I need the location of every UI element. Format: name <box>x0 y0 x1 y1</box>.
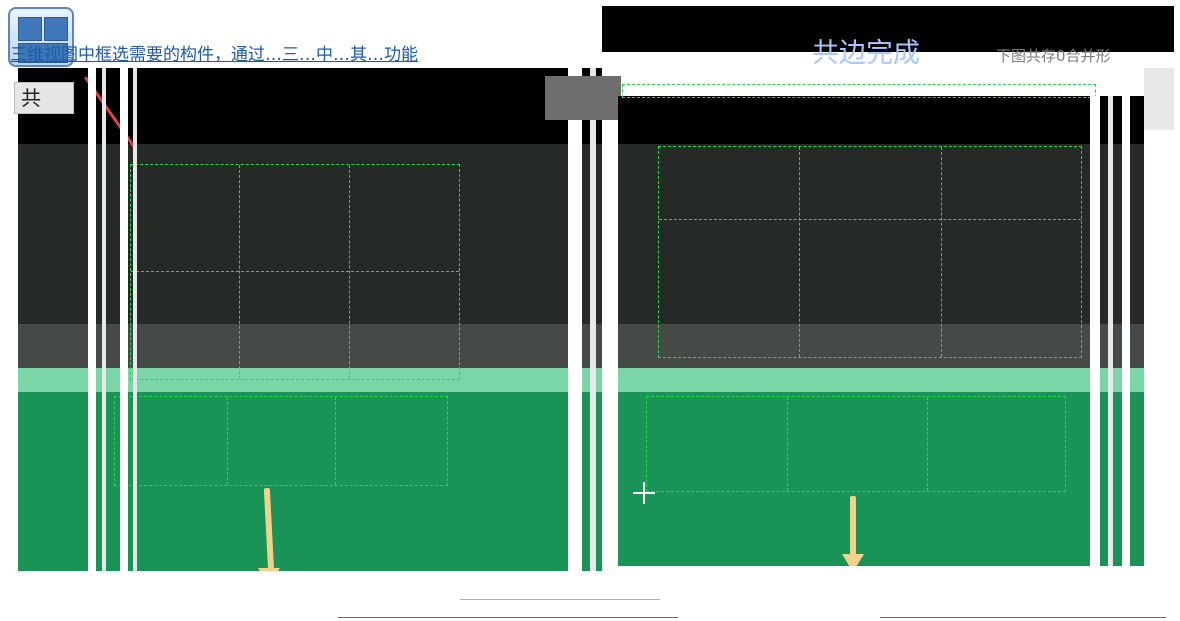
down-arrow-shaft <box>850 496 856 562</box>
divider <box>88 68 96 571</box>
down-arrow-shaft <box>263 487 275 571</box>
viewport-after[interactable] <box>618 96 1144 566</box>
divider <box>1122 96 1130 566</box>
wireframe-top-strip <box>622 84 1096 98</box>
wireframe-lower-grid <box>646 396 1066 492</box>
divider <box>133 68 137 571</box>
wireframe-upper-grid <box>658 146 1082 358</box>
down-arrow-icon <box>842 554 864 566</box>
divider <box>1144 68 1174 130</box>
grid-cell <box>18 17 42 41</box>
crosshair-cursor-icon <box>633 482 655 504</box>
wireframe-upper-grid <box>130 164 460 380</box>
banner-title: 共边完成 <box>812 38 920 69</box>
divider <box>568 68 582 571</box>
divider <box>102 68 106 571</box>
divider <box>120 68 128 571</box>
divider <box>460 599 660 600</box>
divider <box>1108 96 1113 566</box>
divider <box>880 617 1166 618</box>
grid-cell <box>44 17 68 41</box>
instruction-text: 三维视图中框选需要的构件，通过…三…中…其…功能 <box>10 45 418 65</box>
divider <box>1090 96 1100 566</box>
divider <box>338 617 678 618</box>
command-label[interactable]: 共 <box>14 82 74 114</box>
divider <box>590 68 596 571</box>
gap-block <box>545 76 621 120</box>
banner-caption: 下图共存0合并形 <box>996 47 1111 65</box>
bottom-strip <box>0 571 1180 621</box>
divider <box>1144 96 1180 566</box>
wireframe-lower-grid <box>114 396 448 486</box>
